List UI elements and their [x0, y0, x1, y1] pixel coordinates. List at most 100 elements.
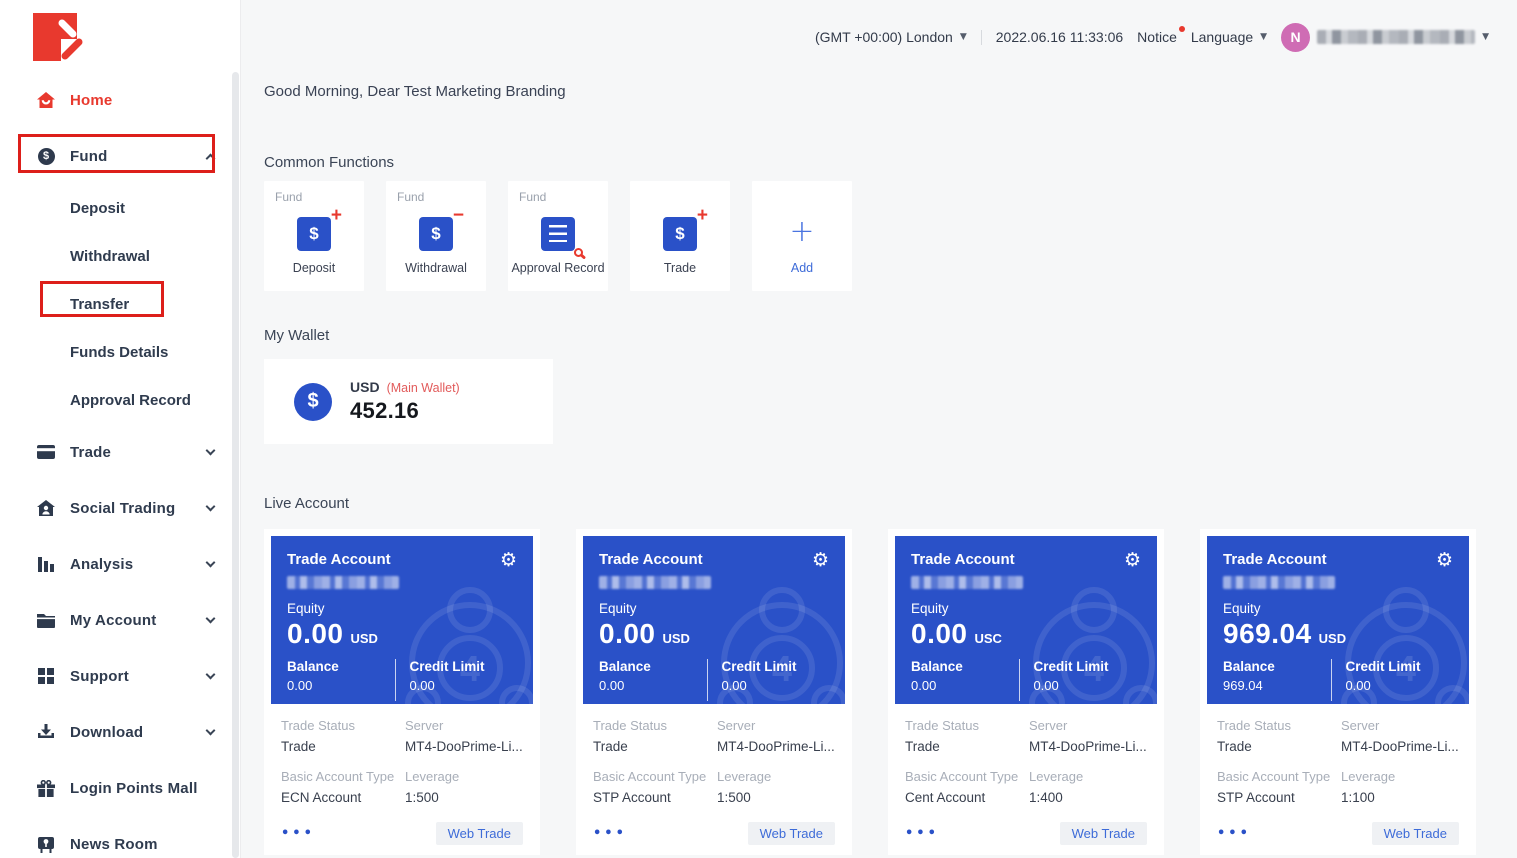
gear-icon[interactable]: ⚙: [1436, 551, 1453, 570]
web-trade-button[interactable]: Web Trade: [1372, 822, 1459, 845]
gear-icon[interactable]: ⚙: [500, 551, 517, 570]
home-icon: [36, 92, 56, 108]
credit-limit-value: 0.00: [1033, 678, 1141, 693]
trade-status-value: Trade: [905, 739, 1029, 754]
sidebar-item-label: Support: [70, 668, 129, 685]
live-account-row: Trade Account ⚙ Equity 0.00 USD Balance …: [264, 529, 1476, 855]
live-account-card: Trade Account ⚙ Equity 0.00 USD Balance …: [576, 529, 852, 855]
web-trade-button[interactable]: Web Trade: [436, 822, 523, 845]
sidebar-item-analysis[interactable]: Analysis: [0, 536, 240, 592]
dollar-circle-icon: $: [294, 383, 332, 421]
web-trade-button[interactable]: Web Trade: [1060, 822, 1147, 845]
topbar: (GMT +00:00) London ▼ 2022.06.16 11:33:0…: [815, 22, 1489, 52]
account-details: Trade Status Trade Server MT4-DooPrime-L…: [583, 704, 845, 855]
account-type-label: Basic Account Type: [905, 769, 1029, 784]
sidebar-item-label: Trade: [70, 444, 111, 461]
sidebar-item-support[interactable]: Support: [0, 648, 240, 704]
wallet-card: $ USD (Main Wallet) 452.16: [264, 359, 553, 444]
card-label: Withdrawal: [386, 261, 486, 275]
bar-chart-icon: [36, 556, 56, 572]
sidebar-item-deposit[interactable]: Deposit: [0, 184, 240, 232]
leverage-label: Leverage: [1341, 769, 1395, 784]
gift-icon: [36, 780, 56, 797]
equity-currency: USD: [1319, 631, 1346, 646]
wallet-tag: (Main Wallet): [387, 381, 460, 395]
server-value: MT4-DooPrime-Li...: [1341, 739, 1459, 754]
leverage-label: Leverage: [1029, 769, 1083, 784]
credit-limit-label: Credit Limit: [409, 659, 517, 674]
trade-status-label: Trade Status: [905, 718, 1029, 733]
main-content: (GMT +00:00) London ▼ 2022.06.16 11:33:0…: [240, 0, 1517, 858]
leverage-value: 1:500: [717, 790, 771, 805]
more-options-icon[interactable]: •••: [281, 826, 315, 841]
equity-currency: USD: [663, 631, 690, 646]
server-value: MT4-DooPrime-Li...: [717, 739, 835, 754]
chevron-down-icon: ▼: [1482, 32, 1489, 42]
leverage-label: Leverage: [717, 769, 771, 784]
folder-icon: [36, 613, 56, 628]
sidebar-item-fund[interactable]: $ Fund: [0, 128, 240, 184]
quick-action-trade[interactable]: $ + Trade: [630, 181, 730, 291]
quick-action-approval-record[interactable]: Fund Approval Record: [508, 181, 608, 291]
user-menu[interactable]: N ▼: [1281, 23, 1489, 52]
sidebar-item-withdrawal[interactable]: Withdrawal: [0, 232, 240, 280]
server-label: Server: [717, 718, 835, 733]
timezone-selector[interactable]: (GMT +00:00) London ▼: [815, 29, 967, 45]
equity-label: Equity: [287, 601, 517, 616]
quick-action-deposit[interactable]: Fund $ + Deposit: [264, 181, 364, 291]
sidebar-item-label: Home: [70, 92, 112, 109]
topbar-divider: [981, 30, 982, 45]
equity-value: 969.04: [1223, 618, 1312, 650]
sidebar-scrollbar[interactable]: [232, 72, 239, 858]
account-summary-panel: Trade Account ⚙ Equity 0.00 USD Balance …: [583, 536, 845, 704]
magnifier-icon: [574, 248, 583, 257]
brand-logo-icon[interactable]: [33, 13, 91, 66]
sidebar-item-login-points-mall[interactable]: Login Points Mall: [0, 760, 240, 816]
fund-dollar-icon: $: [36, 148, 56, 165]
gear-icon[interactable]: ⚙: [812, 551, 829, 570]
chevron-up-icon: [206, 153, 216, 163]
panel-divider: [1019, 659, 1020, 701]
plus-badge-icon: +: [331, 205, 342, 227]
account-type-label: Basic Account Type: [1217, 769, 1341, 784]
credit-limit-value: 0.00: [1345, 678, 1453, 693]
sidebar-item-funds-details[interactable]: Funds Details: [0, 328, 240, 376]
card-label: Deposit: [264, 261, 364, 275]
account-summary-panel: Trade Account ⚙ Equity 0.00 USC Balance …: [895, 536, 1157, 704]
sidebar-item-my-account[interactable]: My Account: [0, 592, 240, 648]
sidebar-item-approval-record[interactable]: Approval Record: [0, 376, 240, 424]
equity-currency: USC: [975, 631, 1002, 646]
equity-currency: USD: [351, 631, 378, 646]
news-room-icon: [36, 836, 56, 853]
more-options-icon[interactable]: •••: [593, 826, 627, 841]
language-label: Language: [1191, 29, 1253, 45]
chevron-down-icon: [206, 502, 216, 512]
sidebar-item-transfer[interactable]: Transfer: [0, 280, 240, 328]
quick-action-withdrawal[interactable]: Fund $ − Withdrawal: [386, 181, 486, 291]
datetime-label: 2022.06.16 11:33:06: [996, 29, 1123, 45]
account-type-value: Cent Account: [905, 790, 1029, 805]
sidebar-item-news-room[interactable]: News Room: [0, 816, 240, 858]
more-options-icon[interactable]: •••: [1217, 826, 1251, 841]
web-trade-button[interactable]: Web Trade: [748, 822, 835, 845]
chevron-down-icon: [206, 614, 216, 624]
gear-icon[interactable]: ⚙: [1124, 551, 1141, 570]
credit-limit-value: 0.00: [409, 678, 517, 693]
language-selector[interactable]: Language ▼: [1191, 29, 1267, 45]
trade-status-label: Trade Status: [281, 718, 405, 733]
sidebar-item-home[interactable]: Home: [0, 72, 240, 128]
notice-label: Notice: [1137, 29, 1177, 45]
quick-action-add[interactable]: + Add: [752, 181, 852, 291]
wallet-icon: [36, 445, 56, 459]
sidebar-item-social-trading[interactable]: Social Trading: [0, 480, 240, 536]
notice-link[interactable]: Notice: [1137, 29, 1177, 45]
section-title-common-functions: Common Functions: [264, 154, 394, 171]
sidebar-item-trade[interactable]: Trade: [0, 424, 240, 480]
account-number-redacted: [599, 576, 711, 589]
account-summary-panel: Trade Account ⚙ Equity 969.04 USD Balanc…: [1207, 536, 1469, 704]
server-label: Server: [1029, 718, 1147, 733]
sidebar-item-download[interactable]: Download: [0, 704, 240, 760]
chevron-down-icon: ▼: [960, 32, 967, 42]
more-options-icon[interactable]: •••: [905, 826, 939, 841]
equity-value: 0.00: [287, 618, 344, 650]
